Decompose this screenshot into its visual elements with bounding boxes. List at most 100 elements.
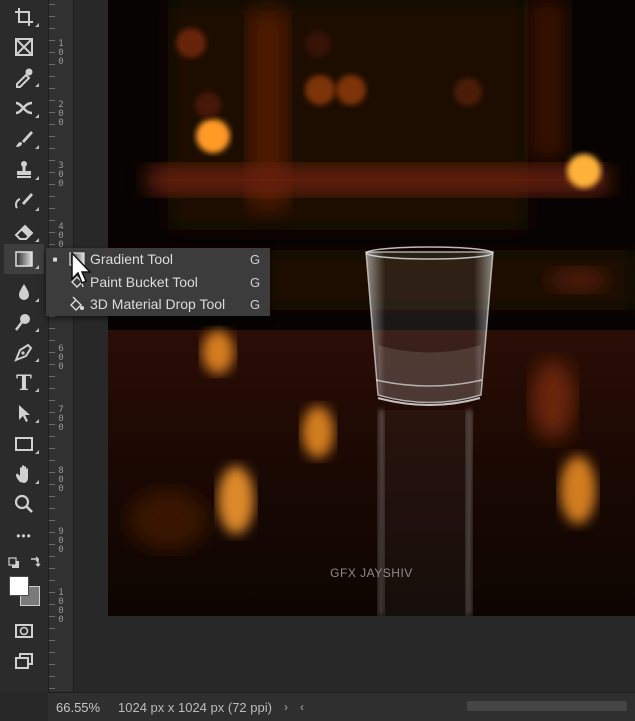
screen-mode-button[interactable] [4,646,44,676]
watermark-text: GFX JAYSHIV [330,566,413,580]
ruler-label: 1000 [58,588,64,625]
flyout-item-shortcut: G [250,251,261,267]
ruler-tick [49,664,55,665]
pen-icon [14,343,33,362]
ruler-tick [49,640,55,641]
ruler-tick [49,628,55,629]
ruler-tick [49,448,55,449]
ruler-tick [49,4,55,5]
vertical-ruler[interactable]: 1002003004005006007008009001000 [48,0,74,692]
hand-tool[interactable] [4,459,44,489]
clone-stamp-tool[interactable] [4,155,44,185]
ruler-tick [49,568,55,569]
ruler-tick [49,400,55,401]
document-info: 1024 px x 1024 px (72 ppi) [118,699,272,715]
crop-icon [15,8,33,26]
ruler-tick [49,412,55,413]
dodge-tool[interactable] [4,307,44,337]
ruler-tick [49,616,55,617]
foreground-color-swatch[interactable] [9,576,29,596]
ruler-tick [49,364,55,365]
ruler-tick [49,76,55,77]
healing-icon [15,101,33,115]
frame-tool[interactable] [4,32,44,62]
ruler-tick [49,220,55,221]
selected-bullet-icon: ■ [52,254,58,264]
eraser-icon [14,224,34,240]
ruler-tick [49,520,55,521]
brush-icon [16,131,33,147]
ruler-tick [49,424,55,425]
history-brush-tool[interactable] [4,186,44,216]
pen-tool[interactable] [4,337,44,367]
ruler-tick [49,388,55,389]
scroll-left-arrow-icon[interactable]: ‹ [300,700,304,714]
ruler-tick [49,112,55,113]
ruler-tick [49,172,55,173]
more-dots-icon: ••• [16,529,32,543]
ruler-tick [49,592,55,593]
ruler-tick [49,160,55,161]
crop-tool[interactable] [4,2,44,32]
type-icon: T [16,369,32,395]
rectangle-tool[interactable] [4,429,44,459]
flyout-item-label: Gradient Tool [90,251,174,267]
ruler-label: 900 [58,527,64,555]
spot-healing-tool[interactable] [4,93,44,123]
zoom-level[interactable]: 66.55% [56,700,112,715]
eraser-tool[interactable] [4,217,44,247]
ruler-tick [49,472,55,473]
path-selection-tool[interactable] [4,398,44,428]
horizontal-scrollbar[interactable] [467,701,627,711]
ruler-label: 100 [58,39,64,67]
edit-toolbar[interactable]: ••• [4,521,44,551]
ruler-label: 200 [58,100,64,128]
stamp-icon [17,161,31,178]
ruler-tick [49,16,55,17]
ruler-tick [49,316,55,317]
arrow-select-icon [19,405,30,422]
eyedropper-tool[interactable] [4,62,44,92]
ruler-tick [49,64,55,65]
brush-tool[interactable] [4,124,44,154]
flyout-item-3d-material-drop[interactable]: 3D Material Drop Tool G [46,293,270,315]
ruler-tick [49,196,55,197]
flyout-item-label: 3D Material Drop Tool [90,296,226,312]
ruler-tick [49,136,55,137]
status-expand-arrow-icon[interactable]: › [284,700,288,714]
screen-mode-icon [15,653,33,669]
ruler-tick [49,244,55,245]
hand-icon [16,465,28,483]
ruler-label: 300 [58,161,64,189]
ruler-tick [49,556,55,557]
quick-mask-icon [15,624,33,638]
ruler-tick [49,652,55,653]
default-colors-icon[interactable] [8,556,20,568]
ruler-label: 400 [58,222,64,250]
ruler-tick [49,604,55,605]
ruler-tick [49,436,55,437]
ruler-label: 800 [58,466,64,494]
gradient-icon [15,251,33,267]
ruler-tick [49,52,55,53]
blur-tool[interactable] [4,277,44,307]
swap-colors-icon[interactable] [28,555,42,569]
flyout-item-shortcut: G [250,274,261,290]
zoom-tool[interactable] [4,489,44,519]
ruler-tick [49,124,55,125]
ruler-tick [49,232,55,233]
quick-mask-button[interactable] [4,616,44,646]
ruler-label: 600 [58,344,64,372]
ruler-tick [49,544,55,545]
ruler-label: 700 [58,405,64,433]
mouse-cursor-icon [71,252,92,285]
flyout-item-label: Paint Bucket Tool [90,274,198,290]
ruler-tick [49,376,55,377]
gradient-tool[interactable] [4,244,44,274]
type-tool[interactable]: T [4,367,44,397]
tools-panel: T ••• [0,0,48,692]
ruler-tick [49,328,55,329]
ruler-tick [49,88,55,89]
ruler-tick [49,532,55,533]
ruler-tick [49,28,55,29]
